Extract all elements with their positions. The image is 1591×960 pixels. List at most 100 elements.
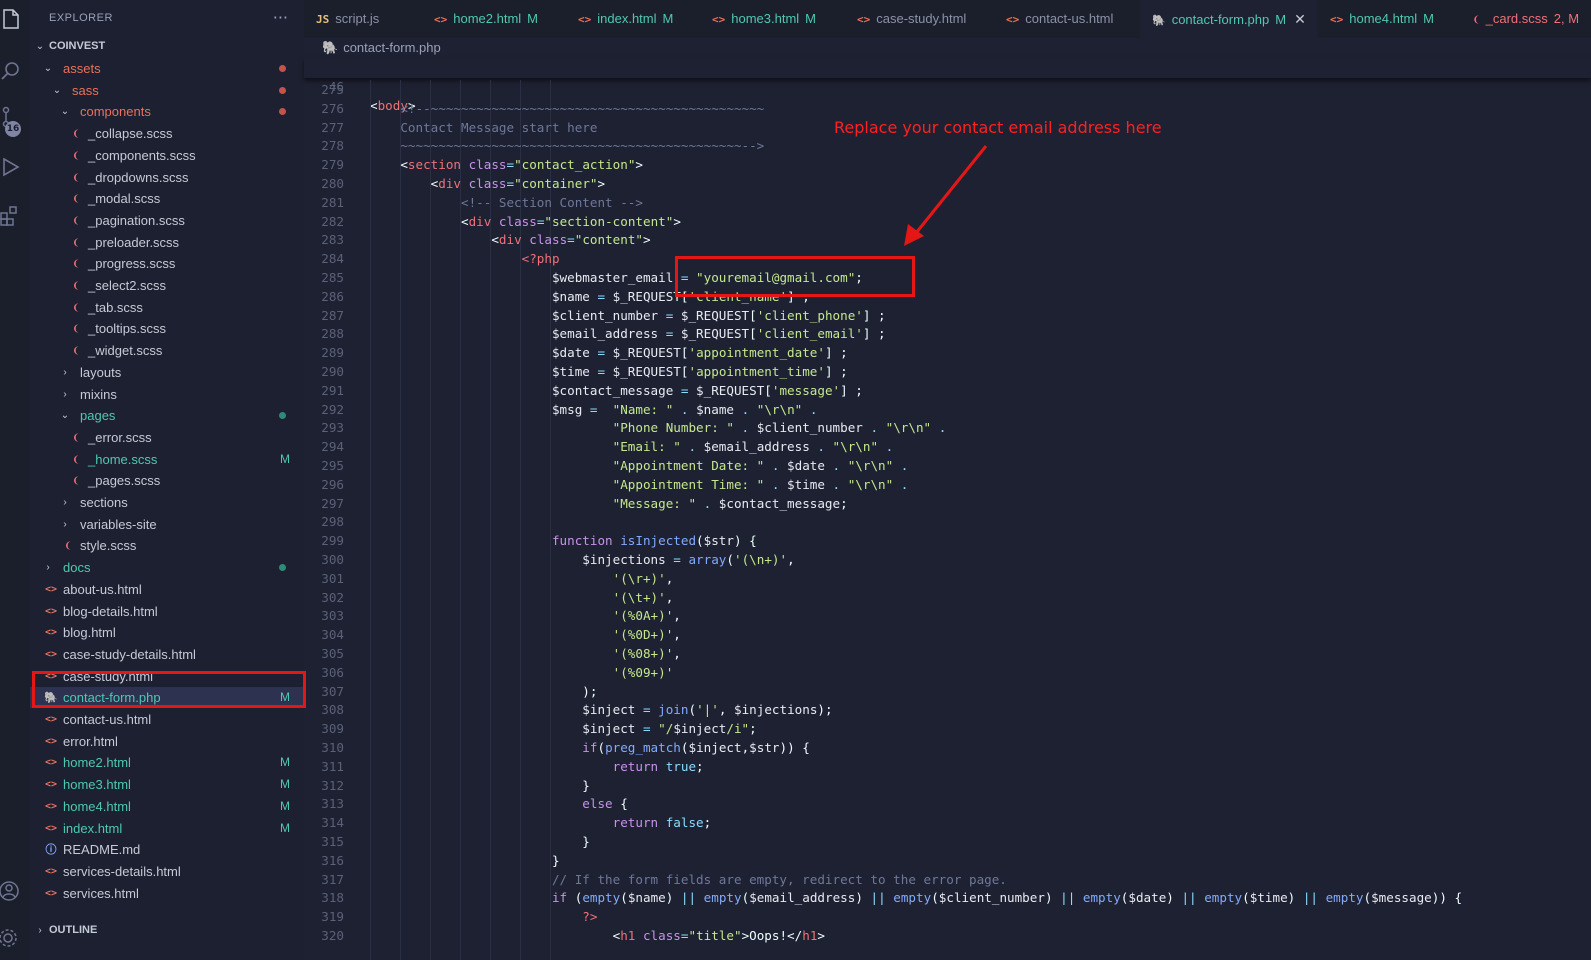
html-file-icon: <> — [44, 779, 58, 791]
tree-item[interactable]: <> case-study-details.html — [30, 644, 304, 665]
chevron-down-icon: ⌄ — [43, 63, 53, 74]
editor-tab[interactable]: 🐘 contact-form.php M ✕ — [1140, 0, 1318, 38]
outline-section[interactable]: › OUTLINE — [30, 920, 304, 941]
explorer-title: EXPLORER — [49, 12, 113, 24]
line-number: 290 — [321, 364, 344, 379]
code-text: $msg = "Name: " . $name . "\r\n" . — [370, 401, 818, 417]
tree-item-label: _pagination.scss — [88, 212, 185, 228]
editor-tab[interactable]: <> case-study.html — [845, 0, 994, 38]
tree-item-label: _home.scss — [88, 451, 158, 467]
code-text: $injections = array('(\n+)', — [370, 552, 795, 567]
tree-item[interactable]: ❨ _home.scss M — [30, 449, 304, 470]
line-number: 319 — [321, 909, 344, 925]
tree-item[interactable]: › layouts — [30, 362, 304, 383]
code-text: if(preg_match($inject,$str)) { — [370, 740, 810, 755]
file-icon: 🐘 — [1152, 14, 1166, 27]
annotation-arrow-icon — [904, 145, 988, 246]
html-file-icon: <> — [44, 887, 58, 899]
code-line: 290 $time = $_REQUEST['appointment_time'… — [304, 362, 1591, 381]
tree-item[interactable]: <> services-details.html — [30, 861, 304, 882]
tree-item[interactable]: › docs — [30, 557, 304, 578]
editor-tab[interactable]: <> index.html M — [566, 0, 700, 38]
tree-item-label: home3.html — [63, 777, 131, 793]
editor-tab[interactable]: <> contact-us.html — [994, 0, 1140, 38]
breadcrumb[interactable]: 🐘 contact-form.php — [322, 40, 441, 56]
code-text: // If the form fields are empty, redirec… — [370, 871, 1007, 887]
extensions-icon[interactable] — [0, 204, 22, 226]
code-text: '(%0D+)', — [370, 627, 681, 643]
tree-item[interactable]: ❨ _select2.scss — [30, 275, 304, 296]
scss-file-icon: ❨ — [72, 279, 80, 292]
tree-item[interactable]: ⌄ components — [30, 101, 304, 122]
tree-item[interactable]: ❨ _pages.scss — [30, 470, 304, 491]
editor-tab[interactable]: <> home2.html M — [422, 0, 566, 38]
tree-item[interactable]: <> contact-us.html — [30, 709, 304, 730]
code-line: 295 "Appointment Date: " . $date . "\r\n… — [304, 456, 1591, 475]
tree-item[interactable]: ❨ _modal.scss — [30, 188, 304, 209]
code-text: '(%0A+)', — [370, 608, 681, 624]
tree-item[interactable]: ❨ _pagination.scss — [30, 210, 304, 231]
tree-item[interactable]: <> services.html — [30, 883, 304, 904]
tree-item[interactable]: ❨ style.scss — [30, 535, 304, 556]
explorer-icon[interactable] — [0, 8, 22, 30]
tree-item[interactable]: <> error.html — [30, 731, 304, 752]
editor-tab[interactable]: <> home4.html M — [1318, 0, 1461, 38]
tree-item[interactable]: <> index.html M — [30, 818, 304, 839]
editor-tab[interactable]: ❨ _card.scss 2, M — [1461, 0, 1591, 38]
tree-item[interactable]: ❨ _tab.scss — [30, 297, 304, 318]
workspace-root[interactable]: ⌄ COINVEST — [30, 36, 304, 57]
tree-item[interactable]: ❨ _collapse.scss — [30, 123, 304, 144]
html-file-icon: <> — [44, 583, 58, 595]
tree-item-label: _error.scss — [88, 429, 152, 445]
tree-item-label: _select2.scss — [88, 278, 167, 293]
line-number: 286 — [321, 288, 344, 304]
tree-item[interactable]: ❨ _progress.scss — [30, 253, 304, 274]
editor-tab[interactable]: <> home3.html M — [700, 0, 845, 38]
code-line: 320 <h1 class="title">Oops!</h1> — [304, 926, 1591, 945]
tree-item[interactable]: <> about-us.html — [30, 579, 304, 600]
tree-item[interactable]: <> home2.html M — [30, 752, 304, 773]
tree-item-label: _pages.scss — [88, 473, 161, 489]
tree-item[interactable]: <> home3.html M — [30, 774, 304, 795]
tree-item[interactable]: ⌄ assets — [30, 58, 304, 79]
tree-item[interactable]: ❨ _widget.scss — [30, 340, 304, 361]
scss-file-icon: ❨ — [72, 300, 80, 314]
code-text: } — [370, 834, 590, 849]
sticky-scroll[interactable]: 46 <body> — [304, 58, 1591, 113]
editor-tab[interactable]: JS script.js — [304, 0, 422, 38]
info-icon: ⓘ — [45, 843, 57, 857]
search-icon[interactable] — [0, 60, 22, 82]
tree-item[interactable]: ❨ _error.scss — [30, 427, 304, 448]
settings-gear-icon[interactable] — [0, 926, 22, 948]
tree-item[interactable]: ⌄ sass — [30, 80, 304, 101]
git-status-badge: M — [280, 798, 290, 813]
line-number: 294 — [321, 439, 344, 455]
account-icon[interactable] — [0, 880, 22, 902]
line-number: 283 — [321, 232, 344, 248]
tree-item[interactable]: › sections — [30, 492, 304, 513]
code-line: 299 function isInjected($str) { — [304, 531, 1591, 550]
code-line: 284 <?php — [304, 249, 1591, 268]
code-text: } — [370, 852, 560, 868]
more-actions-icon[interactable]: ··· — [273, 8, 288, 27]
tree-item-label: README.md — [63, 842, 141, 858]
tree-item-label: blog-details.html — [63, 603, 158, 619]
code-line: 303 '(%0A+)', — [304, 606, 1591, 625]
tree-item[interactable]: › mixins — [30, 384, 304, 405]
editor-tabs: JS script.js <> home2.html M <> index.html M <> h… — [304, 0, 1591, 38]
code-line: 318 if (empty($name) || empty($email_add… — [304, 888, 1591, 907]
tree-item[interactable]: ❨ _preloader.scss — [30, 232, 304, 253]
close-icon[interactable]: ✕ — [1294, 11, 1306, 27]
tree-item[interactable]: ❨ _components.scss — [30, 145, 304, 166]
tree-item[interactable]: › variables-site — [30, 514, 304, 535]
tree-item[interactable]: ⌄ pages — [30, 405, 304, 426]
tree-item[interactable]: <> home4.html M — [30, 796, 304, 817]
tree-item[interactable]: ❨ _dropdowns.scss — [30, 167, 304, 188]
tree-item[interactable]: <> blog.html — [30, 622, 304, 643]
line-number: 301 — [321, 570, 344, 586]
tree-item[interactable]: ⓘ README.md — [30, 839, 304, 860]
run-debug-icon[interactable] — [0, 156, 22, 178]
tree-item[interactable]: ❨ _tooltips.scss — [30, 318, 304, 339]
tree-item-label: sections — [80, 495, 128, 510]
tree-item[interactable]: <> blog-details.html — [30, 601, 304, 622]
